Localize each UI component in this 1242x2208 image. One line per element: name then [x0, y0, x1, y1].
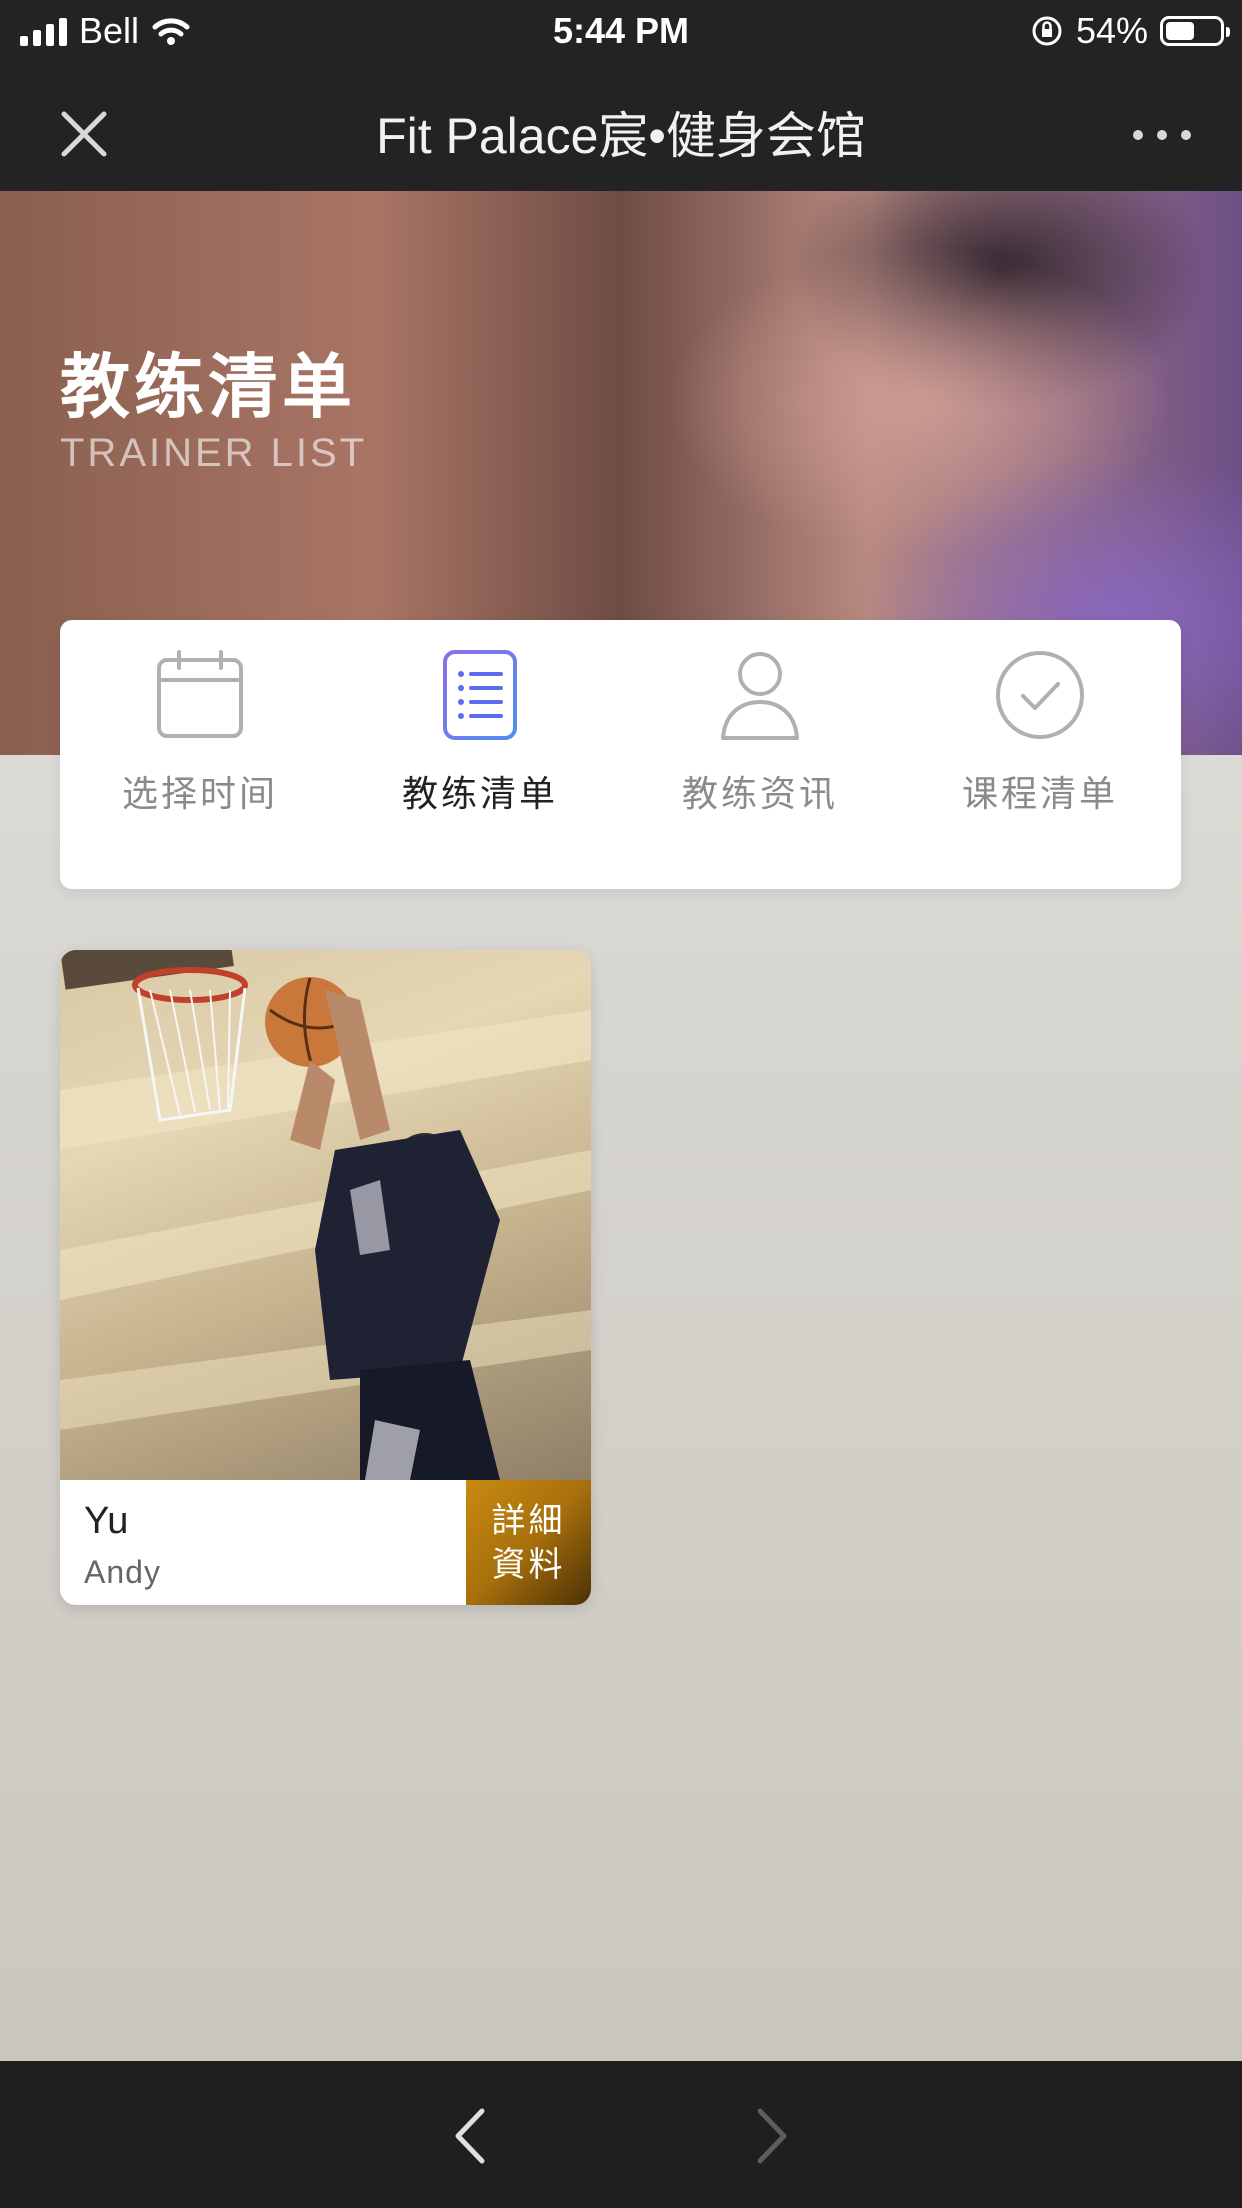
tab-trainer-list[interactable]: 教练清单 — [340, 620, 620, 889]
tab-select-time[interactable]: 选择时间 — [60, 620, 340, 889]
tab-course-list[interactable]: 课程清单 — [900, 620, 1180, 889]
trainer-info: Yu Andy 詳細 資料 — [60, 1480, 591, 1605]
trainer-last-name: Yu — [84, 1500, 129, 1542]
trainer-first-name: Andy — [84, 1554, 161, 1590]
rotation-lock-icon — [1032, 16, 1062, 46]
bottom-toolbar — [0, 2061, 1242, 2208]
tab-trainer-info[interactable]: 教练资讯 — [620, 620, 900, 889]
tab-label: 课程清单 — [961, 773, 1118, 814]
detail-label-line2: 資料 — [491, 1545, 566, 1584]
more-icon[interactable] — [1122, 100, 1202, 170]
detail-button[interactable]: 詳細 資料 — [466, 1480, 591, 1605]
person-icon — [721, 652, 799, 740]
tab-bar: 选择时间 教练清单 教练资讯 课程清单 — [60, 620, 1181, 889]
trainer-card[interactable]: Yu Andy 詳細 資料 — [60, 950, 591, 1605]
status-right: 54% — [1030, 10, 1230, 52]
chevron-right-icon[interactable] — [732, 2101, 812, 2171]
top-bar: Bell 5:44 PM 54% Fit Palace宸•健身会馆 — [0, 0, 1242, 191]
list-icon — [443, 650, 517, 740]
status-bar: Bell 5:44 PM 54% — [0, 0, 1242, 62]
hero-title: 教练清单 — [60, 348, 356, 426]
detail-label-line1: 詳細 — [491, 1501, 566, 1540]
calendar-icon — [157, 650, 243, 738]
tab-label: 选择时间 — [121, 773, 278, 814]
chevron-left-icon[interactable] — [430, 2101, 510, 2171]
battery-percent: 54% — [1075, 10, 1148, 51]
page-title: Fit Palace宸•健身会馆 — [376, 108, 866, 164]
trainer-photo — [60, 950, 591, 1480]
tab-label: 教练资讯 — [681, 773, 838, 814]
battery-icon — [1160, 16, 1230, 46]
hero-subtitle: TRAINER LIST — [60, 431, 368, 475]
nav-bar: Fit Palace宸•健身会馆 — [0, 62, 1242, 191]
check-circle-icon — [996, 651, 1084, 739]
tab-label: 教练清单 — [401, 773, 558, 814]
